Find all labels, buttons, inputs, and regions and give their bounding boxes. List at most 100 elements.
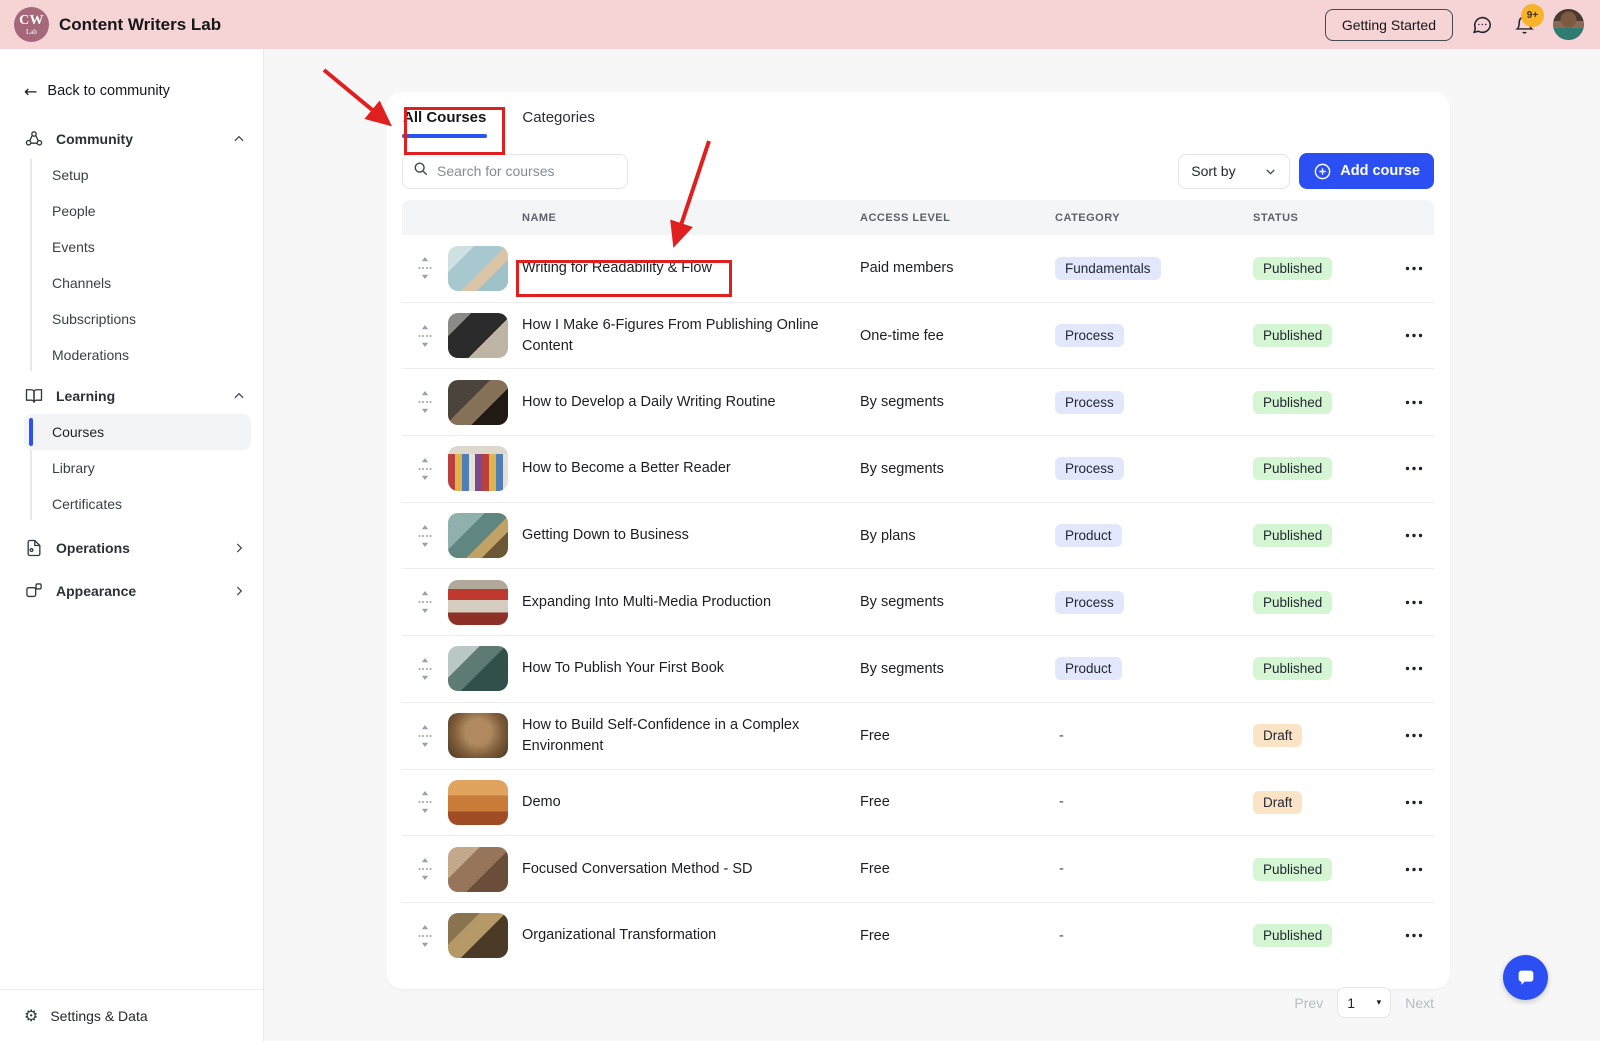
- course-row[interactable]: How to Build Self-Confidence in a Comple…: [402, 702, 1434, 769]
- sidebar-item-setup[interactable]: Setup: [24, 157, 251, 193]
- course-search[interactable]: [402, 154, 628, 189]
- course-category-badge: Product: [1055, 524, 1122, 547]
- add-course-button[interactable]: Add course: [1299, 153, 1434, 189]
- course-name[interactable]: How I Make 6-Figures From Publishing Onl…: [522, 315, 860, 357]
- course-row[interactable]: Organizational TransformationFree-Publis…: [402, 902, 1434, 969]
- course-name[interactable]: How To Publish Your First Book: [522, 658, 860, 679]
- course-row[interactable]: How to Become a Better ReaderBy segments…: [402, 435, 1434, 502]
- community-icon: [24, 129, 44, 149]
- course-name[interactable]: Focused Conversation Method - SD: [522, 859, 860, 880]
- course-row[interactable]: Writing for Readability & FlowPaid membe…: [402, 235, 1434, 302]
- sidebar-section-appearance[interactable]: Appearance: [0, 573, 247, 609]
- course-access-level: One-time fee: [860, 328, 1055, 344]
- column-header-name: NAME: [522, 212, 860, 224]
- drag-handle-icon[interactable]: [402, 256, 448, 280]
- messages-icon[interactable]: [1471, 14, 1493, 36]
- course-name[interactable]: Expanding Into Multi-Media Production: [522, 592, 860, 613]
- course-name[interactable]: Demo: [522, 792, 860, 813]
- sidebar-section-operations[interactable]: Operations: [0, 530, 247, 566]
- notifications-bell-icon[interactable]: 9+: [1513, 14, 1535, 36]
- drag-handle-icon[interactable]: [402, 657, 448, 681]
- course-row[interactable]: Focused Conversation Method - SDFree-Pub…: [402, 835, 1434, 902]
- course-row[interactable]: How to Develop a Daily Writing RoutineBy…: [402, 368, 1434, 435]
- row-menu-button[interactable]: [1394, 933, 1434, 938]
- course-status-badge: Published: [1253, 524, 1332, 547]
- row-menu-button[interactable]: [1394, 733, 1434, 738]
- course-access-level: By plans: [860, 528, 1055, 544]
- getting-started-button[interactable]: Getting Started: [1325, 9, 1453, 41]
- back-to-community-label: Back to community: [47, 83, 170, 99]
- sort-by-dropdown[interactable]: Sort by: [1178, 154, 1290, 189]
- row-menu-button[interactable]: [1394, 600, 1434, 605]
- sidebar-section-community[interactable]: Community: [0, 121, 247, 157]
- column-header-status: STATUS: [1253, 212, 1394, 224]
- row-menu-button[interactable]: [1394, 333, 1434, 338]
- operations-icon: [24, 538, 44, 558]
- admin-sidebar: ← Back to community Community SetupPeopl…: [0, 49, 264, 1041]
- sidebar-section-learning[interactable]: Learning: [0, 378, 247, 414]
- row-menu-button[interactable]: [1394, 533, 1434, 538]
- back-arrow-icon: ←: [24, 82, 37, 101]
- course-name[interactable]: Writing for Readability & Flow: [522, 258, 860, 279]
- drag-handle-icon[interactable]: [402, 457, 448, 481]
- course-category-empty: -: [1055, 728, 1064, 744]
- course-thumbnail: [448, 380, 508, 425]
- course-row[interactable]: DemoFree-Draft: [402, 769, 1434, 836]
- row-menu-button[interactable]: [1394, 400, 1434, 405]
- drag-handle-icon[interactable]: [402, 590, 448, 614]
- course-name[interactable]: How to Build Self-Confidence in a Comple…: [522, 715, 860, 757]
- course-status-badge: Published: [1253, 257, 1332, 280]
- chat-widget-button[interactable]: [1503, 955, 1548, 1000]
- page-number-select[interactable]: 1 ▾: [1337, 987, 1391, 1018]
- search-icon: [413, 161, 429, 182]
- sidebar-item-certificates[interactable]: Certificates: [24, 486, 251, 522]
- back-to-community-link[interactable]: ← Back to community: [24, 81, 247, 101]
- course-row[interactable]: How I Make 6-Figures From Publishing Onl…: [402, 302, 1434, 369]
- course-name[interactable]: How to Become a Better Reader: [522, 458, 860, 479]
- course-category-badge: Process: [1055, 391, 1124, 414]
- drag-handle-icon[interactable]: [402, 790, 448, 814]
- tab-categories[interactable]: Categories: [521, 109, 596, 138]
- drag-handle-icon[interactable]: [402, 324, 448, 348]
- course-access-level: Free: [860, 728, 1055, 744]
- course-row[interactable]: Expanding Into Multi-Media ProductionBy …: [402, 568, 1434, 635]
- course-access-level: Paid members: [860, 260, 1055, 276]
- tab-all-courses[interactable]: All Courses: [402, 109, 487, 138]
- sidebar-item-moderations[interactable]: Moderations: [24, 337, 251, 373]
- row-menu-button[interactable]: [1394, 867, 1434, 872]
- courses-card: All Courses Categories Sort by: [386, 92, 1450, 989]
- drag-handle-icon[interactable]: [402, 524, 448, 548]
- sidebar-item-courses[interactable]: Courses: [24, 414, 251, 450]
- row-menu-button[interactable]: [1394, 800, 1434, 805]
- gear-icon: ⚙: [24, 1006, 38, 1025]
- course-row[interactable]: Getting Down to BusinessBy plansProduct P…: [402, 502, 1434, 569]
- settings-and-data-link[interactable]: ⚙ Settings & Data: [0, 989, 263, 1041]
- drag-handle-icon[interactable]: [402, 857, 448, 881]
- search-input[interactable]: [437, 163, 607, 179]
- prev-page-link[interactable]: Prev: [1294, 995, 1323, 1011]
- appearance-icon: [24, 581, 44, 601]
- course-name[interactable]: Getting Down to Business: [522, 525, 860, 546]
- row-menu-button[interactable]: [1394, 666, 1434, 671]
- logo-initials: CW: [19, 14, 44, 28]
- row-menu-button[interactable]: [1394, 266, 1434, 271]
- sidebar-item-events[interactable]: Events: [24, 229, 251, 265]
- next-page-link[interactable]: Next: [1405, 995, 1434, 1011]
- notification-count-badge: 9+: [1521, 4, 1544, 27]
- sidebar-item-subscriptions[interactable]: Subscriptions: [24, 301, 251, 337]
- course-row[interactable]: How To Publish Your First BookBy segment…: [402, 635, 1434, 702]
- course-thumbnail: [448, 513, 508, 558]
- course-access-level: By segments: [860, 461, 1055, 477]
- drag-handle-icon[interactable]: [402, 390, 448, 414]
- course-name[interactable]: Organizational Transformation: [522, 925, 860, 946]
- course-category-badge: Process: [1055, 324, 1124, 347]
- sidebar-item-people[interactable]: People: [24, 193, 251, 229]
- sidebar-item-library[interactable]: Library: [24, 450, 251, 486]
- drag-handle-icon[interactable]: [402, 924, 448, 948]
- course-category-empty: -: [1055, 861, 1064, 877]
- user-avatar[interactable]: [1553, 9, 1584, 40]
- sidebar-item-channels[interactable]: Channels: [24, 265, 251, 301]
- course-name[interactable]: How to Develop a Daily Writing Routine: [522, 392, 860, 413]
- row-menu-button[interactable]: [1394, 466, 1434, 471]
- drag-handle-icon[interactable]: [402, 724, 448, 748]
